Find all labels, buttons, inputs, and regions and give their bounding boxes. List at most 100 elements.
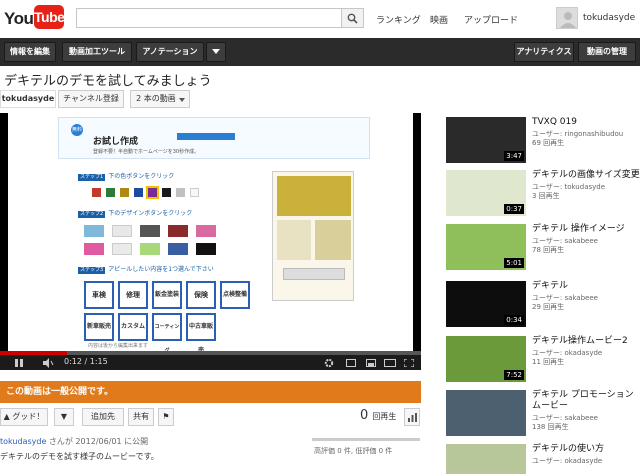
chevron-down-icon — [212, 49, 220, 54]
uploader-info: tokudasyde さんが 2012/06/01 に公開 — [0, 436, 148, 447]
large-player-icon[interactable] — [384, 359, 396, 367]
public-notice: この動画は一般公開です。 — [0, 381, 421, 403]
related-views: 3 回再生 — [532, 192, 560, 200]
preview-block — [277, 220, 311, 260]
related-views: 69 回再生 — [532, 139, 565, 147]
related-title[interactable]: TVXQ 019 — [532, 117, 640, 128]
demo-tag — [177, 133, 235, 140]
duration-badge: 3:47 — [504, 151, 524, 161]
like-button[interactable]: ▲ グッド！ — [0, 408, 48, 426]
channel-videos-dropdown[interactable]: 2 本の動画 — [130, 90, 190, 108]
search-input[interactable] — [76, 8, 342, 28]
logo-you: You — [4, 9, 34, 28]
color-swatch — [162, 188, 171, 197]
related-title[interactable]: デキテル 操作イメージ — [532, 224, 640, 235]
step-tag: ステップ3 — [78, 267, 106, 274]
link-upload[interactable]: アップロード — [464, 13, 518, 26]
video-frame: 無料 お試し作成 登録不要！半自動でホームページを30秒作成。 ステップ1 下の色… — [8, 113, 413, 351]
step-tag: ステップ2 — [78, 211, 106, 218]
related-title[interactable]: デキテル — [532, 281, 640, 292]
view-count: 0 回再生 — [360, 408, 396, 423]
option-used-car: 中古車販売 — [186, 313, 216, 351]
preview-button — [283, 268, 345, 280]
color-swatch — [92, 188, 101, 197]
channel-name[interactable]: tokudasyde — [0, 90, 56, 108]
view-count-number: 0 — [360, 408, 369, 423]
related-title[interactable]: デキテルの使い方 — [532, 444, 640, 455]
related-thumbnail[interactable]: 0:34 — [446, 281, 526, 327]
fullscreen-icon[interactable] — [404, 359, 414, 367]
username[interactable]: tokudasyde — [583, 13, 635, 23]
uploader-name[interactable]: tokudasyde — [0, 437, 46, 446]
related-video-item[interactable]: 7:52 デキテル操作ムービー2 ユーザー: okadasyde 11 回再生 — [446, 336, 640, 388]
color-swatch — [146, 186, 159, 199]
related-thumbnail[interactable]: 0:37 — [446, 170, 526, 216]
option-bodywork: 鈑金塗装 — [152, 281, 182, 309]
design-thumb — [168, 225, 188, 237]
stats-button[interactable] — [404, 408, 420, 426]
demo-footer: 内容は後から編集出来ます — [88, 343, 149, 349]
related-thumbnail[interactable]: 7:52 — [446, 336, 526, 382]
option-insurance: 保険 — [186, 281, 216, 309]
design-thumb — [112, 243, 132, 255]
duration-badge: 5:01 — [504, 258, 524, 268]
color-swatch — [106, 188, 115, 197]
related-title[interactable]: デキテルの画像サイズ変更 — [532, 170, 640, 181]
video-count: 2 本の動画 — [136, 94, 176, 103]
flag-icon: ⚑ — [162, 412, 170, 421]
video-description: デキテルのデモを試す様子のムービーです。 — [0, 452, 159, 461]
related-thumbnail[interactable]: 3:47 — [446, 117, 526, 163]
link-ranking[interactable]: ランキング — [376, 13, 421, 26]
volume-icon[interactable] — [42, 358, 54, 368]
related-views: 29 回再生 — [532, 303, 565, 311]
design-thumb — [196, 225, 216, 237]
user-icon — [560, 12, 576, 28]
gear-icon[interactable] — [324, 358, 334, 368]
related-title[interactable]: デキテル プロモーションムービー — [532, 390, 640, 412]
related-user: ユーザー: okadasyde — [532, 457, 603, 465]
option-custom: カスタム — [118, 313, 148, 341]
preview-banner — [277, 176, 351, 216]
add-to-button[interactable]: 追加先 — [82, 408, 124, 426]
youtube-logo[interactable]: You Tube — [4, 5, 65, 31]
demo-badge: 無料 — [71, 124, 83, 136]
more-dropdown-button[interactable] — [206, 42, 226, 62]
video-player[interactable]: 無料 お試し作成 登録不要！半自動でホームページを30秒作成。 ステップ1 下の色… — [0, 113, 421, 370]
thumbs-down-icon: ▼ — [60, 412, 68, 421]
annotations-button[interactable]: アノテーション — [136, 42, 204, 62]
related-thumbnail[interactable]: 5:01 — [446, 224, 526, 270]
related-video-item[interactable]: デキテルの使い方 ユーザー: okadasyde — [446, 444, 640, 474]
related-video-item[interactable]: デキテル プロモーションムービー ユーザー: sakabeee 138 回再生 — [446, 390, 640, 442]
flag-button[interactable]: ⚑ — [158, 408, 174, 426]
related-title[interactable]: デキテル操作ムービー2 — [532, 336, 640, 347]
subscribe-button[interactable]: チャンネル登録 — [58, 90, 124, 108]
analytics-button[interactable]: アナリティクス — [514, 42, 574, 62]
upload-date: さんが 2012/06/01 に公開 — [46, 437, 149, 446]
related-video-item[interactable]: 0:34 デキテル ユーザー: sakabeee 29 回再生 — [446, 281, 640, 333]
avatar[interactable] — [556, 7, 578, 29]
pause-icon[interactable] — [14, 358, 24, 368]
video-manager-button[interactable]: 動画の管理 — [578, 42, 636, 62]
annotations-toggle-icon[interactable] — [346, 359, 356, 367]
related-views: 78 回再生 — [532, 246, 565, 254]
chevron-down-icon — [179, 98, 185, 102]
demo-step-2: ステップ2 下のデザインボタンをクリック — [78, 210, 193, 218]
link-movies[interactable]: 映画 — [430, 13, 448, 26]
enhancements-button[interactable]: 動画加工ツール — [62, 42, 132, 62]
search-icon — [347, 13, 358, 24]
related-thumbnail[interactable] — [446, 444, 526, 474]
search-button[interactable] — [342, 8, 364, 28]
related-thumbnail[interactable] — [446, 390, 526, 436]
design-thumb — [112, 225, 132, 237]
thumbs-up-icon: ▲ — [3, 412, 10, 421]
share-button[interactable]: 共有 — [128, 408, 154, 426]
dislike-button[interactable]: ▼ — [54, 408, 74, 426]
related-video-item[interactable]: 5:01 デキテル 操作イメージ ユーザー: sakabeee 78 回再生 — [446, 224, 640, 276]
view-count-unit: 回再生 — [372, 412, 397, 421]
related-video-item[interactable]: 3:47 TVXQ 019 ユーザー: ringonashibudou 69 回再生 — [446, 117, 640, 169]
edit-info-button[interactable]: 情報を編集 — [4, 42, 56, 62]
related-video-item[interactable]: 0:37 デキテルの画像サイズ変更 ユーザー: tokudasyde 3 回再生 — [446, 170, 640, 222]
duration-badge: 7:52 — [504, 370, 524, 380]
small-player-icon[interactable] — [366, 359, 376, 367]
logo-tube: Tube — [34, 5, 65, 29]
